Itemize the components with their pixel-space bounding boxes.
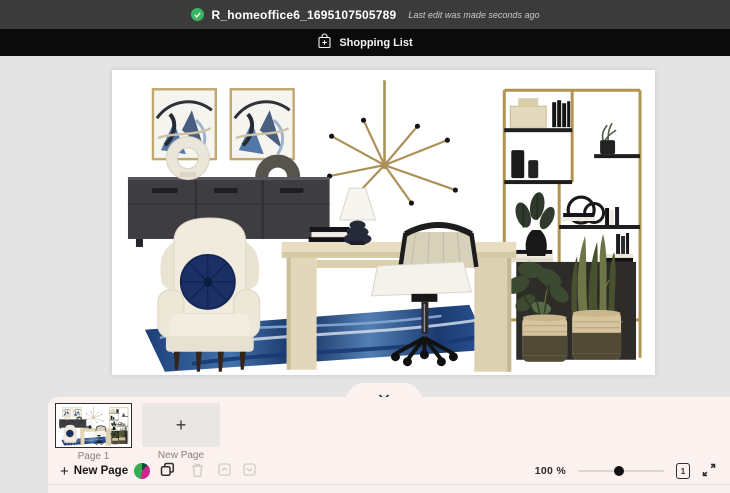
shopping-bag-plus-icon — [317, 33, 332, 52]
new-page-tile[interactable]: + — [142, 403, 220, 447]
app-window: R_homeoffice6_1695107505789 Last edit wa… — [0, 0, 730, 493]
page-number-indicator[interactable]: 1 — [676, 463, 690, 479]
trash-icon — [191, 463, 204, 480]
zoom-percent-label: 100 % — [534, 465, 566, 477]
navy-round-pillow — [179, 253, 236, 310]
document-title[interactable]: R_homeoffice6_1695107505789 — [212, 8, 397, 22]
fullscreen-icon — [702, 463, 716, 480]
move-page-up-button[interactable] — [218, 463, 231, 479]
check-circle-icon — [190, 8, 204, 21]
move-page-down-button[interactable] — [243, 463, 256, 479]
color-wheel-icon — [134, 463, 151, 479]
pages-panel: Page 1 + New Page + New Page 100 % 1 — [48, 397, 730, 484]
page-thumbnail-preview — [57, 405, 130, 446]
zoom-slider[interactable] — [578, 465, 664, 477]
page-1-block: Page 1 — [55, 403, 132, 462]
shopping-list-label: Shopping List — [339, 36, 413, 49]
action-bar: Shopping List — [0, 29, 730, 56]
pages-toolbar: + New Page 100 % 1 — [48, 459, 730, 483]
new-page-block: + New Page — [142, 403, 220, 462]
zoom-slider-thumb[interactable] — [614, 466, 625, 476]
page-thumbnails-row: Page 1 + New Page — [55, 403, 220, 462]
moodboard-image — [112, 70, 655, 375]
last-edit-note: Last edit was made seconds ago — [408, 9, 540, 20]
top-bar: R_homeoffice6_1695107505789 Last edit wa… — [0, 0, 730, 29]
plus-icon: + — [60, 462, 69, 480]
panel-bottom-strip — [48, 484, 730, 493]
chevron-up-square-icon — [218, 463, 231, 479]
page-thumbnail[interactable] — [55, 403, 132, 448]
duplicate-icon — [160, 462, 175, 480]
design-page[interactable] — [112, 70, 655, 375]
chevron-down-square-icon — [243, 463, 256, 479]
duplicate-page-button[interactable] — [160, 462, 175, 480]
delete-page-button[interactable] — [191, 463, 204, 480]
plus-icon: + — [175, 414, 187, 435]
new-page-button-label: New Page — [73, 465, 129, 477]
theme-colors-button[interactable] — [128, 463, 151, 479]
shopping-list-button[interactable]: Shopping List — [317, 33, 413, 52]
fullscreen-button[interactable] — [702, 463, 716, 480]
new-page-button[interactable]: + New Page — [60, 464, 128, 479]
page-number: 1 — [680, 466, 686, 476]
